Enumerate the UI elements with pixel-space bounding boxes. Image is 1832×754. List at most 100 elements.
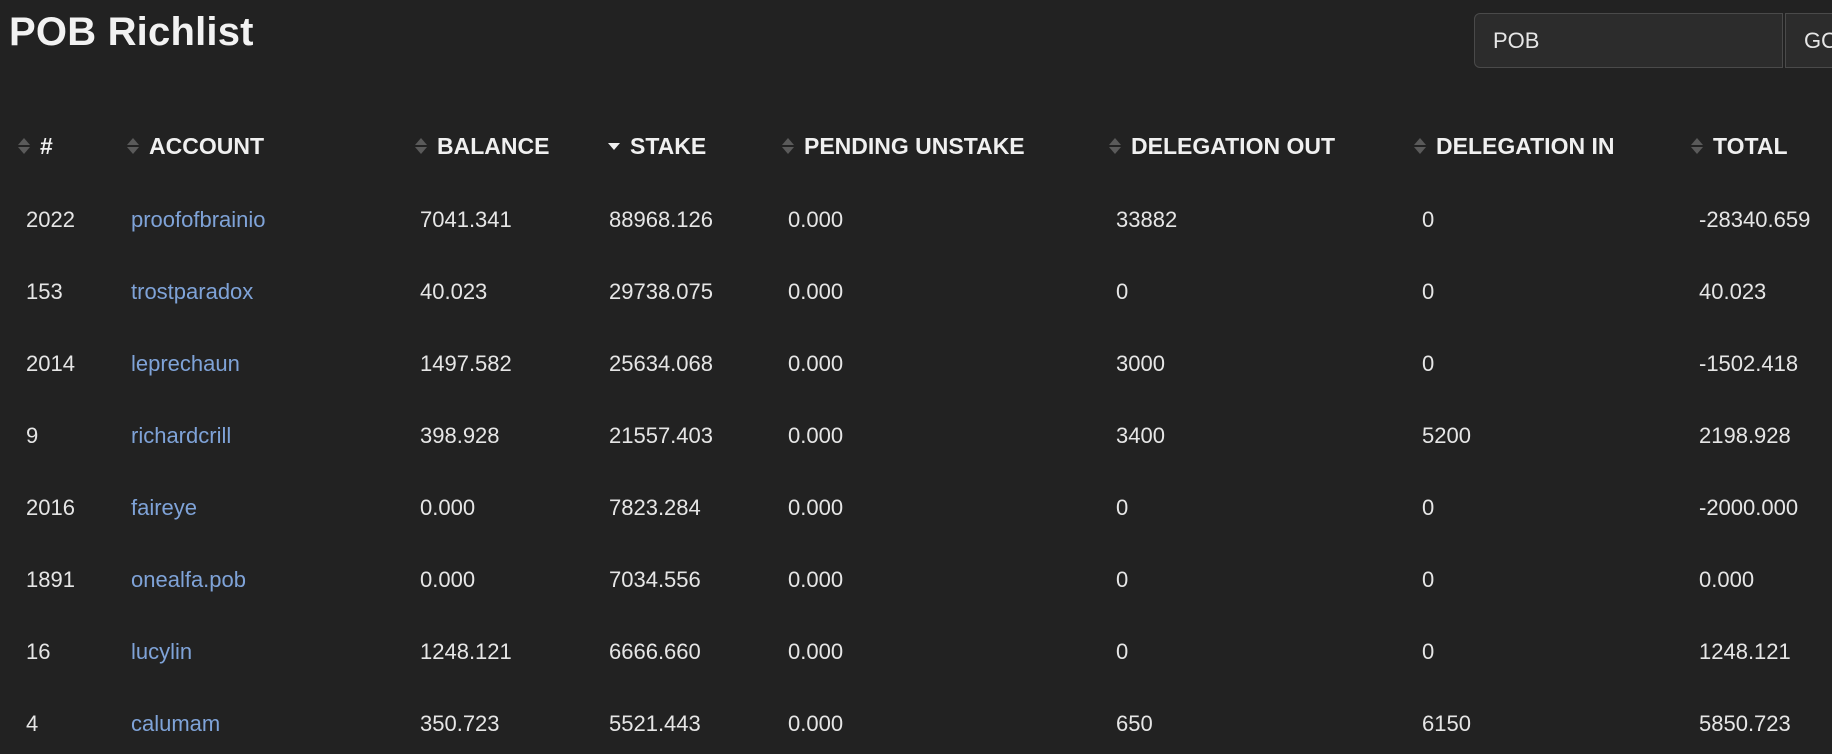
sort-desc-icon[interactable] [608, 142, 620, 150]
page-title: POB Richlist [9, 10, 254, 54]
cell-rank: 4 [26, 711, 39, 736]
cell-total: -2000.000 [1699, 495, 1799, 520]
cell-balance: 40.023 [420, 279, 488, 304]
column-header-label: BALANCE [437, 132, 550, 159]
account-link[interactable]: richardcrill [131, 423, 231, 448]
account-link[interactable]: proofofbrainio [131, 207, 266, 232]
sort-both-icon[interactable] [415, 138, 427, 154]
cell-pending-unstake: 0.000 [788, 639, 844, 664]
column-header-label: ACCOUNT [149, 132, 264, 159]
table-row: 1891 onealfa.pob 0.000 7034.556 0.000 0 0 0.000 [0, 544, 1832, 616]
cell-total: 40.023 [1699, 279, 1767, 304]
richlist-table: # ACCOUNT BALANCE STAKE PENDING UNSTAKE DELEG… [0, 108, 1832, 754]
column-header-label: DELEGATION OUT [1131, 132, 1336, 159]
cell-delegation-in: 0 [1422, 351, 1435, 376]
cell-balance: 0.000 [420, 495, 476, 520]
table-body: 2022 proofofbrainio 7041.341 88968.126 0.000… [0, 184, 1832, 754]
cell-account: richardcrill [127, 400, 415, 472]
cell-account: trostparadox [127, 256, 415, 328]
table-row: 153 trostparadox 40.023 29738.075 0.000 0 0 40.… [0, 256, 1832, 328]
cell-total: -28340.659 [1699, 207, 1811, 232]
column-header-inner: STAKE [608, 133, 782, 160]
cell-account: lucylin [127, 616, 415, 688]
cell-delegation-in: 0 [1422, 279, 1435, 304]
cell-balance: 7041.341 [420, 207, 512, 232]
column-header-pending-unstake[interactable]: PENDING UNSTAKE [782, 108, 1109, 184]
table-header-row: # ACCOUNT BALANCE STAKE PENDING UNSTAKE DELEG… [0, 108, 1832, 184]
cell-stake: 7823.284 [609, 495, 701, 520]
search-input[interactable] [1474, 13, 1783, 68]
column-header-label: DELEGATION IN [1436, 132, 1615, 159]
table-row: 9 richardcrill 398.928 21557.403 0.000 3400 52… [0, 400, 1832, 472]
sort-both-icon[interactable] [782, 138, 794, 154]
cell-balance: 398.928 [420, 423, 500, 448]
column-header-rank[interactable]: # [0, 108, 127, 184]
cell-stake: 6666.660 [609, 639, 701, 664]
column-header-balance[interactable]: BALANCE [415, 108, 608, 184]
account-link[interactable]: onealfa.pob [131, 567, 246, 592]
cell-account: calumam [127, 688, 415, 754]
cell-total: 2198.928 [1699, 423, 1791, 448]
cell-delegation-out: 0 [1116, 279, 1129, 304]
column-header-total[interactable]: TOTAL [1691, 108, 1832, 184]
cell-account: onealfa.pob [127, 544, 415, 616]
table-row: 2014 leprechaun 1497.582 25634.068 0.000 3000… [0, 328, 1832, 400]
cell-delegation-out: 0 [1116, 567, 1129, 592]
cell-rank: 2014 [26, 351, 75, 376]
table-row: 16 lucylin 1248.121 6666.660 0.000 0 0 1248.121 [0, 616, 1832, 688]
sort-both-icon[interactable] [1691, 138, 1703, 154]
cell-rank: 2022 [26, 207, 75, 232]
cell-total: -1502.418 [1699, 351, 1799, 376]
column-header-account[interactable]: ACCOUNT [127, 108, 415, 184]
cell-stake: 25634.068 [609, 351, 713, 376]
go-button[interactable]: GO [1785, 13, 1832, 68]
cell-delegation-in: 0 [1422, 567, 1435, 592]
account-link[interactable]: calumam [131, 711, 220, 736]
cell-delegation-out: 0 [1116, 495, 1129, 520]
cell-total: 1248.121 [1699, 639, 1791, 664]
account-link[interactable]: faireye [131, 495, 197, 520]
cell-delegation-in: 5200 [1422, 423, 1471, 448]
table-row: 2022 proofofbrainio 7041.341 88968.126 0.000… [0, 184, 1832, 256]
cell-pending-unstake: 0.000 [788, 423, 844, 448]
cell-balance: 1248.121 [420, 639, 512, 664]
column-header-inner: PENDING UNSTAKE [782, 133, 1109, 160]
cell-rank: 9 [26, 423, 39, 448]
cell-delegation-out: 0 [1116, 639, 1129, 664]
sort-both-icon[interactable] [127, 138, 139, 154]
sort-both-icon[interactable] [1109, 138, 1121, 154]
cell-pending-unstake: 0.000 [788, 567, 844, 592]
column-header-delegation-in[interactable]: DELEGATION IN [1414, 108, 1691, 184]
cell-pending-unstake: 0.000 [788, 711, 844, 736]
cell-total: 5850.723 [1699, 711, 1791, 736]
cell-rank: 16 [26, 639, 51, 664]
cell-stake: 88968.126 [609, 207, 713, 232]
table-row: 4 calumam 350.723 5521.443 0.000 650 6150 5850.… [0, 688, 1832, 754]
column-header-inner: # [18, 133, 127, 160]
cell-pending-unstake: 0.000 [788, 351, 844, 376]
column-header-delegation-out[interactable]: DELEGATION OUT [1109, 108, 1414, 184]
cell-delegation-out: 33882 [1116, 207, 1178, 232]
sort-both-icon[interactable] [18, 138, 30, 154]
column-header-stake[interactable]: STAKE [608, 108, 782, 184]
cell-rank: 1891 [26, 567, 75, 592]
column-header-label: PENDING UNSTAKE [804, 132, 1025, 159]
table-row: 2016 faireye 0.000 7823.284 0.000 0 0 -2000.000 [0, 472, 1832, 544]
column-header-inner: BALANCE [415, 133, 608, 160]
column-header-label: # [40, 132, 53, 159]
cell-delegation-in: 0 [1422, 207, 1435, 232]
cell-delegation-out: 3400 [1116, 423, 1165, 448]
richlist-page: POB Richlist GO # ACCOUNT BALANCE STAKE PEND… [0, 0, 1832, 754]
column-header-inner: DELEGATION OUT [1109, 133, 1414, 160]
cell-pending-unstake: 0.000 [788, 495, 844, 520]
cell-delegation-in: 0 [1422, 639, 1435, 664]
column-header-label: STAKE [630, 132, 707, 159]
sort-both-icon[interactable] [1414, 138, 1426, 154]
cell-rank: 153 [26, 279, 63, 304]
account-link[interactable]: trostparadox [131, 279, 253, 304]
cell-delegation-out: 650 [1116, 711, 1153, 736]
column-header-inner: TOTAL [1691, 133, 1832, 160]
account-link[interactable]: leprechaun [131, 351, 240, 376]
account-link[interactable]: lucylin [131, 639, 192, 664]
column-header-inner: ACCOUNT [127, 133, 415, 160]
